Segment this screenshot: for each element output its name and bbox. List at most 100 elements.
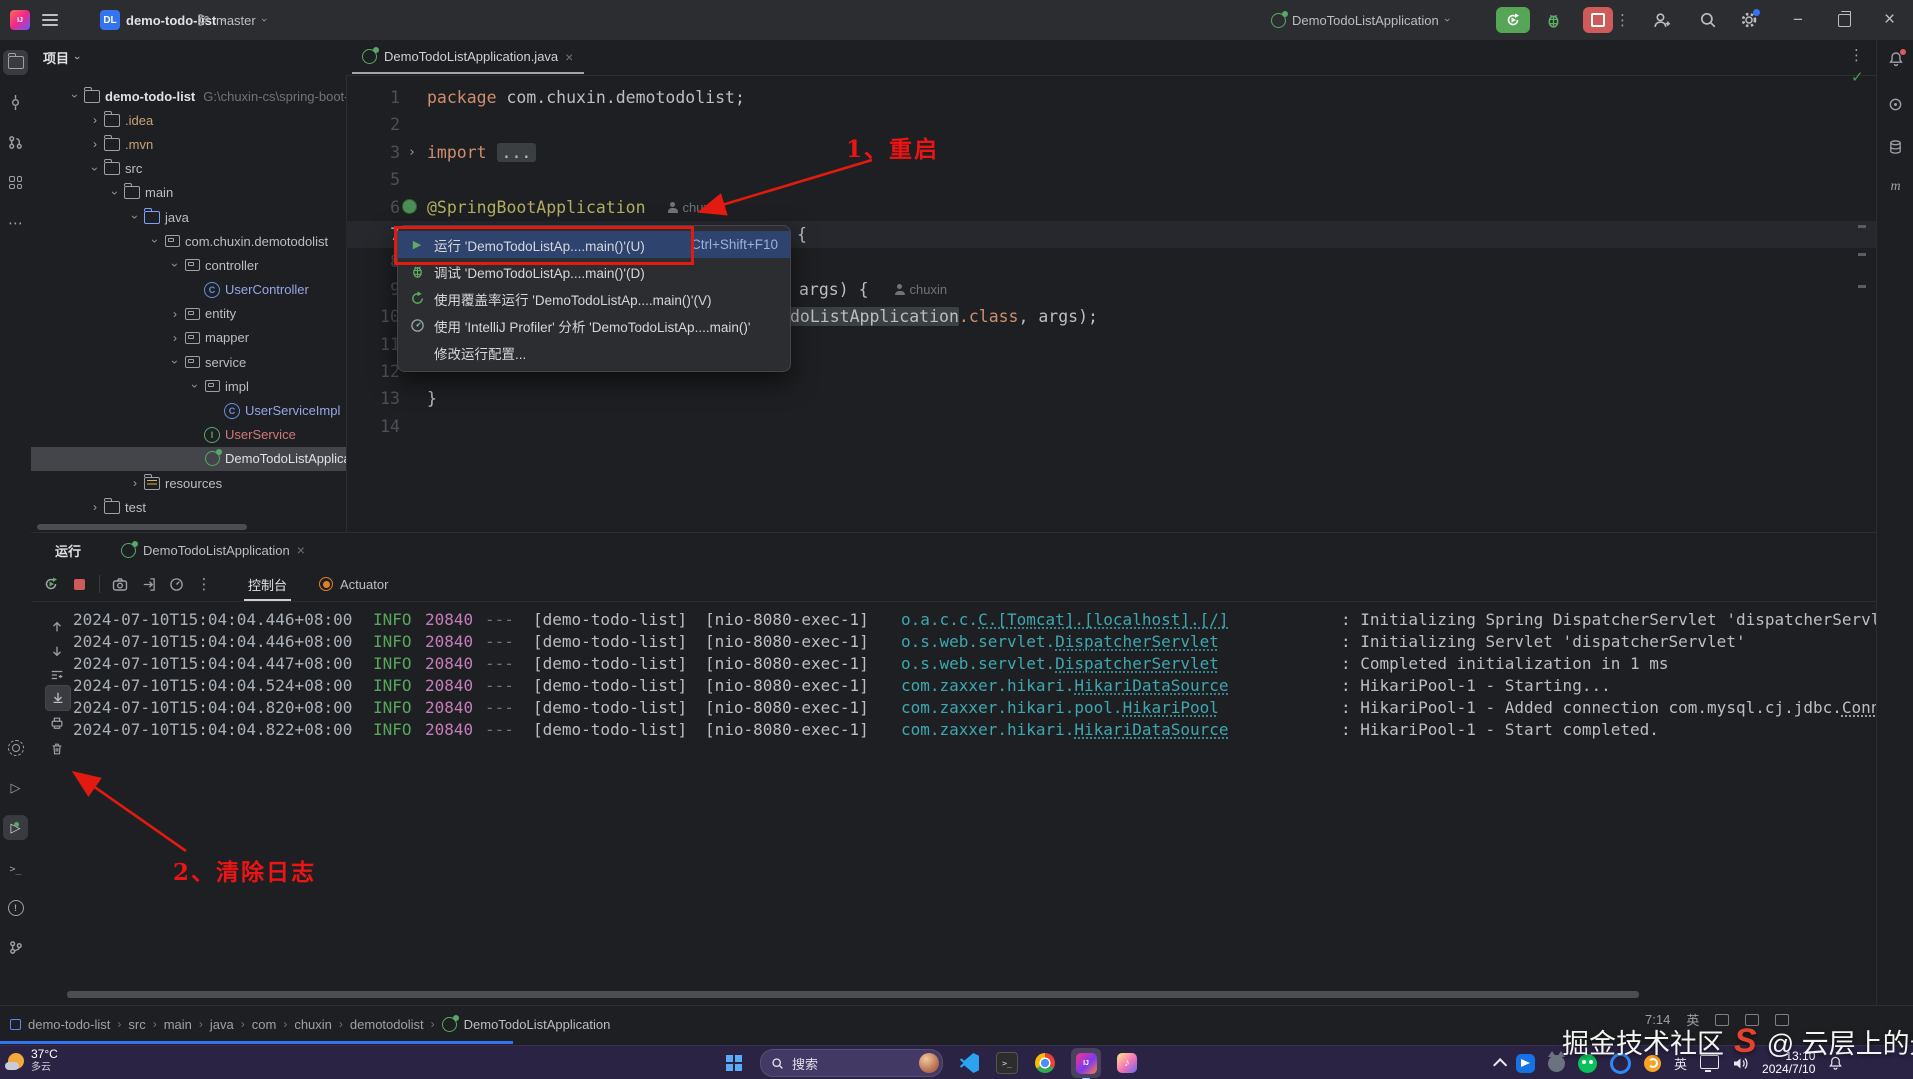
logger-link[interactable]: HikariPool [1123, 698, 1219, 717]
chevron-down-icon[interactable] [167, 258, 183, 272]
breadcrumb-item[interactable]: src [128, 1017, 145, 1032]
menu-item-modify-run-config[interactable]: 修改运行配置... [398, 339, 790, 366]
console-output[interactable]: 2024-07-10T15:04:04.446+08:00 INFO 20840 --… [31, 609, 1876, 949]
chevron-down-icon[interactable] [87, 162, 103, 176]
stop-button[interactable] [65, 572, 93, 596]
sidebar-item-run[interactable] [3, 815, 28, 840]
logger-link[interactable]: HikariDataSource [1074, 676, 1228, 695]
weather-widget[interactable]: 37°C 多云 [5, 1048, 58, 1074]
sidebar-item-version-control[interactable] [3, 935, 28, 960]
sidebar-item-terminal[interactable] [3, 855, 28, 880]
chevron-right-icon[interactable] [87, 113, 103, 127]
run-tab[interactable]: DemoTodoListApplication × [121, 540, 305, 558]
taskbar-app-intellij-active[interactable]: IJ [1071, 1048, 1101, 1079]
restore-button[interactable] [1838, 0, 1851, 40]
chevron-right-icon[interactable] [127, 476, 143, 490]
chevron-down-icon[interactable] [127, 210, 143, 224]
chevron-right-icon[interactable] [87, 500, 103, 514]
sidebar-item-services[interactable] [3, 775, 28, 800]
tree-item-usercontroller[interactable]: UserController [31, 278, 346, 302]
close-button[interactable] [1884, 0, 1895, 40]
tree-item-java[interactable]: java [31, 205, 346, 229]
editor-tab-active[interactable]: DemoTodoListApplication.java × [352, 40, 583, 73]
sidebar-item-more[interactable] [3, 210, 28, 235]
menu-item-profile[interactable]: 使用 'IntelliJ Profiler' 分析 'DemoTodoListA… [398, 312, 790, 339]
spring-bean-gutter-icon[interactable] [402, 199, 417, 214]
exit-button[interactable] [134, 572, 162, 596]
sidebar-item-maven[interactable]: m [1883, 174, 1908, 199]
breadcrumb-item[interactable]: demo-todo-list [28, 1017, 110, 1032]
logger-link[interactable]: DispatcherServlet [1055, 654, 1219, 673]
minimize-button[interactable] [1793, 0, 1803, 40]
editor-options-button[interactable] [1849, 46, 1864, 64]
logger-link[interactable]: DispatcherServlet [1055, 632, 1219, 651]
tree-item-test[interactable]: test [31, 495, 346, 519]
tree-item-userserviceimpl[interactable]: UserServiceImpl [31, 398, 346, 422]
close-icon[interactable]: × [565, 49, 573, 65]
search-everywhere-button[interactable] [1699, 0, 1717, 40]
hidden-icons-chevron[interactable] [1493, 1058, 1508, 1073]
taskbar-app-chrome[interactable] [1033, 1051, 1057, 1075]
taskbar-app-terminal[interactable] [995, 1051, 1019, 1075]
rerun-button[interactable] [37, 572, 65, 596]
taskbar-app-vscode[interactable] [957, 1051, 981, 1075]
tree-item-userservice[interactable]: UserService [31, 423, 346, 447]
breadcrumb-item[interactable]: chuxin [294, 1017, 332, 1032]
tree-item-mapper[interactable]: mapper [31, 326, 346, 350]
tree-item-root[interactable]: demo-todo-listG:\chuxin-cs\spring-boot- [31, 84, 346, 108]
chevron-down-icon[interactable] [187, 379, 203, 393]
sidebar-item-pull-requests[interactable] [3, 130, 28, 155]
sidebar-item-structure[interactable] [3, 170, 28, 195]
sidebar-item-build[interactable] [3, 735, 28, 760]
more-button[interactable] [190, 572, 218, 596]
tree-item-impl[interactable]: impl [31, 374, 346, 398]
chevron-right-icon[interactable] [167, 331, 183, 345]
thread-dump-button[interactable] [106, 572, 134, 596]
sidebar-item-database[interactable] [1883, 134, 1908, 159]
console-horizontal-scrollbar[interactable] [67, 991, 1639, 998]
inspections-ok-icon[interactable]: ✓ [1851, 68, 1864, 86]
code-with-me-button[interactable] [1652, 0, 1671, 40]
breadcrumb-item[interactable]: demotodolist [350, 1017, 424, 1032]
logger-link[interactable]: HikariDataSource [1074, 720, 1228, 739]
tree-item-package[interactable]: com.chuxin.demotodolist [31, 229, 346, 253]
debug-button[interactable] [1545, 0, 1562, 40]
main-menu-button[interactable] [42, 0, 58, 40]
branch-widget[interactable]: master › [196, 0, 270, 40]
stop-button[interactable] [1583, 0, 1613, 40]
chevron-down-icon[interactable] [107, 186, 123, 200]
tab-console[interactable]: 控制台 [244, 567, 292, 601]
tree-item-service[interactable]: service [31, 350, 346, 374]
taskbar-app-music[interactable]: ♪ [1115, 1051, 1139, 1075]
tree-item-main[interactable]: main [31, 181, 346, 205]
sidebar-item-commit[interactable] [3, 90, 28, 115]
chevron-right-icon[interactable] [167, 307, 183, 321]
tree-item-application-selected[interactable]: DemoTodoListApplication [31, 446, 346, 471]
tree-item-idea[interactable]: .idea [31, 108, 346, 132]
tray-app-icon[interactable] [1516, 1053, 1535, 1073]
settings-button[interactable] [1740, 0, 1760, 40]
chevron-down-icon[interactable] [67, 89, 83, 103]
tab-actuator[interactable]: Actuator [319, 577, 388, 592]
breadcrumb-item[interactable]: com [252, 1017, 277, 1032]
taskbar-search[interactable]: 搜索 [760, 1049, 943, 1077]
sidebar-item-project[interactable] [3, 50, 28, 75]
close-icon[interactable]: × [297, 542, 305, 558]
sidebar-item-assistant[interactable] [1883, 92, 1908, 117]
gauge-button[interactable] [162, 572, 190, 596]
breadcrumb-item[interactable]: java [210, 1017, 234, 1032]
start-button[interactable] [722, 1051, 746, 1075]
breadcrumb-item[interactable]: DemoTodoListApplication [464, 1017, 611, 1032]
logger-link[interactable]: C.[Tomcat].[localhost].[/] [978, 610, 1228, 629]
notifications-button[interactable] [1883, 48, 1908, 73]
menu-item-run-with-coverage[interactable]: 使用覆盖率运行 'DemoTodoListAp....main()'(V) [398, 285, 790, 312]
rerun-button[interactable] [1496, 0, 1530, 40]
sidebar-item-problems[interactable] [3, 895, 28, 920]
connection-link[interactable]: Conne [1842, 698, 1876, 717]
folded-imports-chip[interactable]: ... [496, 142, 537, 162]
more-actions-button[interactable] [1615, 0, 1630, 40]
breadcrumb-item[interactable]: main [164, 1017, 192, 1032]
tree-item-entity[interactable]: entity [31, 302, 346, 326]
chevron-right-icon[interactable] [87, 137, 103, 151]
chevron-down-icon[interactable] [167, 355, 183, 369]
